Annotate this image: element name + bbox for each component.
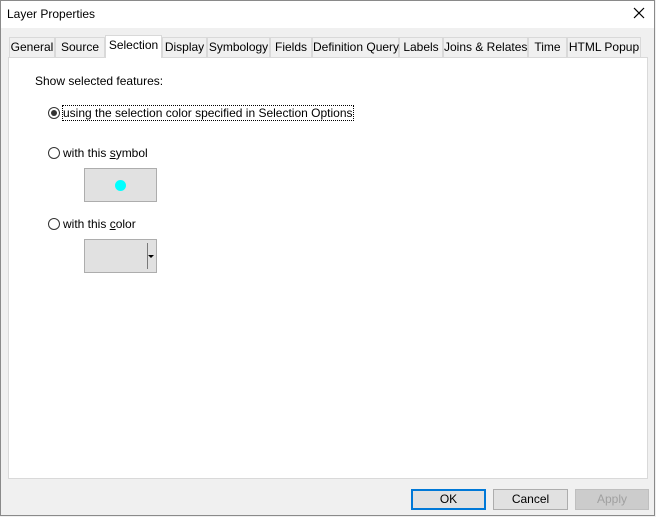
title-bar: Layer Properties bbox=[1, 1, 654, 28]
tab-labels[interactable]: Labels bbox=[399, 37, 443, 57]
apply-button[interactable]: Apply bbox=[575, 489, 649, 510]
symbol-picker-button[interactable] bbox=[84, 168, 157, 202]
tab-display[interactable]: Display bbox=[162, 37, 207, 57]
chevron-down-icon bbox=[148, 255, 154, 258]
close-button[interactable] bbox=[624, 1, 654, 28]
cancel-button[interactable]: Cancel bbox=[493, 489, 568, 510]
radio-color-option[interactable]: with this color bbox=[48, 217, 136, 231]
symbol-preview-dot bbox=[115, 179, 126, 191]
tab-definition-query[interactable]: Definition Query bbox=[312, 37, 399, 57]
tab-time[interactable]: Time bbox=[528, 37, 567, 57]
close-icon bbox=[633, 7, 645, 22]
tab-selection[interactable]: Selection bbox=[105, 35, 162, 58]
ok-button[interactable]: OK bbox=[411, 489, 486, 510]
tab-symbology[interactable]: Symbology bbox=[207, 37, 270, 57]
tab-joins-relates[interactable]: Joins & Relates bbox=[443, 37, 528, 57]
radio-selection-color-label: using the selection color specified in S… bbox=[62, 105, 354, 121]
radio-symbol-option[interactable]: with this symbol bbox=[48, 146, 148, 160]
tab-html-popup[interactable]: HTML Popup bbox=[567, 37, 641, 57]
layer-properties-dialog: Layer Properties General Source Selectio… bbox=[0, 0, 655, 516]
radio-color-label: with this color bbox=[63, 217, 136, 231]
radio-symbol-label: with this symbol bbox=[63, 146, 148, 160]
radio-button[interactable] bbox=[48, 147, 60, 159]
selection-tab-panel: Show selected features: using the select… bbox=[8, 57, 648, 479]
radio-button[interactable] bbox=[48, 218, 60, 230]
show-selected-features-label: Show selected features: bbox=[35, 74, 164, 88]
tab-general[interactable]: General bbox=[9, 37, 55, 57]
color-picker-dropdown[interactable] bbox=[84, 239, 157, 273]
tab-source[interactable]: Source bbox=[55, 37, 105, 57]
tab-fields[interactable]: Fields bbox=[270, 37, 312, 57]
dialog-title: Layer Properties bbox=[7, 7, 96, 21]
radio-button-checked[interactable] bbox=[48, 107, 60, 119]
radio-selection-color-option[interactable]: using the selection color specified in S… bbox=[48, 105, 354, 121]
